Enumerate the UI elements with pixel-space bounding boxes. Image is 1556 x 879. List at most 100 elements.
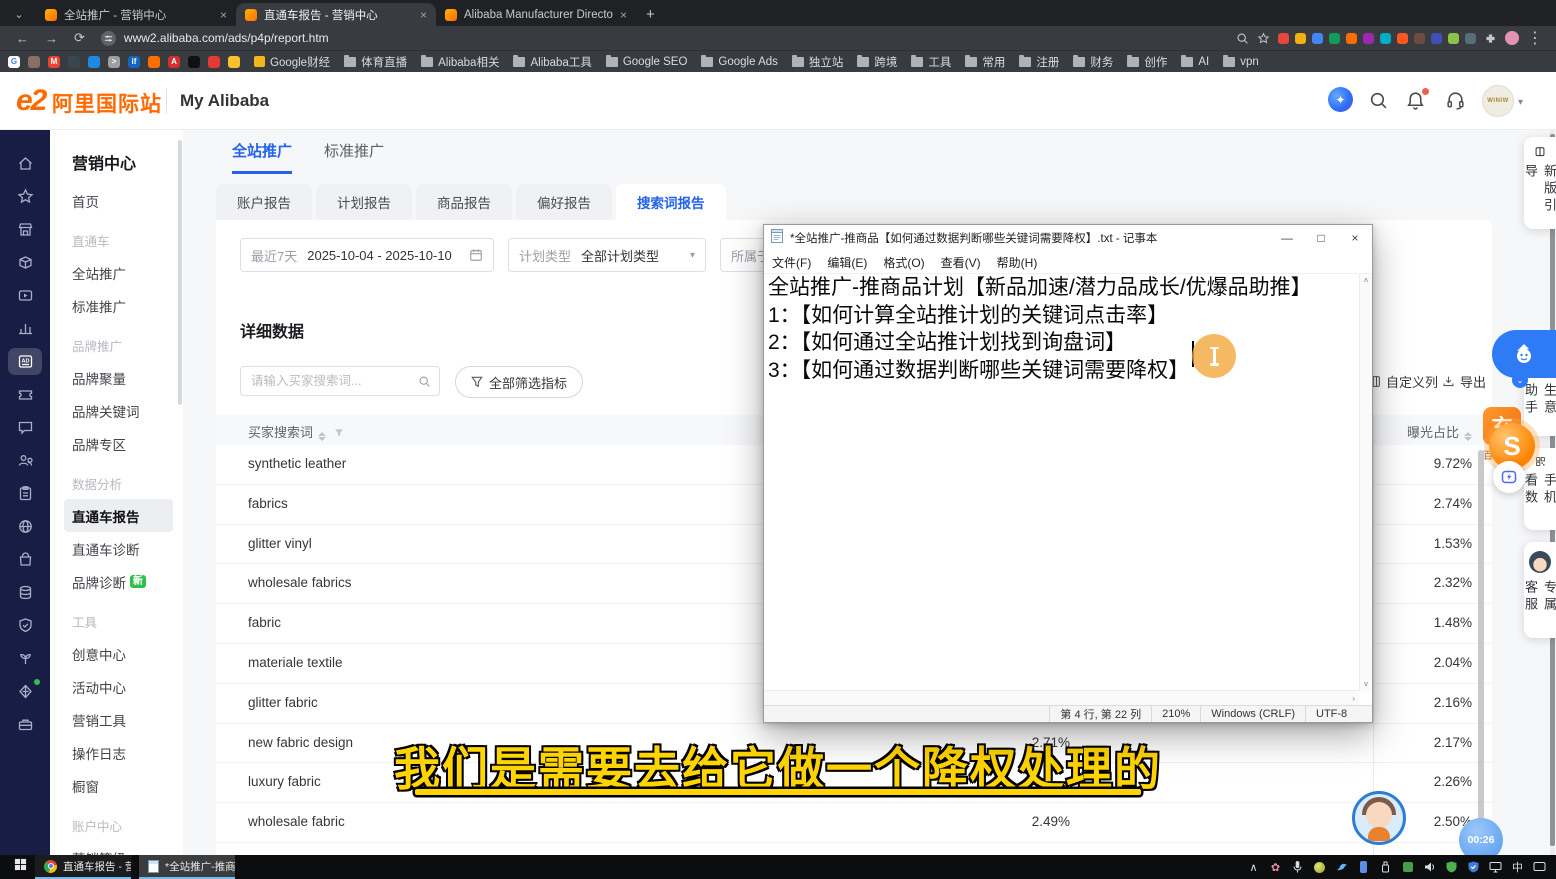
menu-查看(V)[interactable]: 查看(V) — [933, 254, 989, 271]
notepad-vertical-scrollbar[interactable]: ˄ ˅ — [1359, 274, 1372, 691]
tray-flower-icon[interactable]: ✿ — [1269, 861, 1282, 874]
rail-item-shield[interactable] — [8, 612, 42, 639]
notification-center-icon[interactable] — [1533, 861, 1546, 874]
search-input[interactable] — [249, 373, 418, 389]
column-exposure[interactable]: 曝光占比 — [1372, 422, 1472, 441]
bookmark-folder[interactable]: AI — [1181, 56, 1209, 68]
plan-type-select[interactable]: 计划类型 全部计划类型 ▾ — [508, 238, 706, 272]
rail-item-package[interactable] — [8, 249, 42, 276]
tab-商品报告[interactable]: 商品报告 — [416, 184, 512, 220]
sidebar-item-首页[interactable]: 首页 — [50, 184, 183, 217]
notepad-horizontal-scrollbar[interactable]: › — [764, 690, 1359, 706]
bookmark-folder[interactable]: 注册 — [1019, 54, 1059, 70]
new-tab-button[interactable]: + — [646, 6, 655, 23]
url-field[interactable]: www2.alibaba.com/ads/p4p/report.htm — [101, 31, 329, 46]
extension-icon[interactable] — [1431, 33, 1442, 44]
zoom-level[interactable]: 210% — [1151, 706, 1200, 722]
bookmark-star-icon[interactable] — [1257, 32, 1270, 45]
bookmark-google-finance[interactable]: Google财经 — [254, 54, 330, 70]
bookmark-favicon[interactable] — [68, 56, 80, 68]
tray-phone-icon[interactable] — [1357, 861, 1370, 874]
bookmark-favicon[interactable] — [228, 56, 240, 68]
taskbar-task[interactable]: 直通车报告 - 营销... — [35, 855, 131, 879]
column-keyword[interactable]: 买家搜索词 — [248, 422, 344, 441]
sort-icon[interactable] — [1464, 432, 1472, 441]
rail-item-ad[interactable]: AD — [8, 348, 42, 375]
sidebar-item-品牌聚量[interactable]: 品牌聚量 — [50, 361, 183, 394]
rail-item-home[interactable] — [8, 150, 42, 177]
tab-搜索词报告[interactable]: 搜索词报告 — [616, 184, 726, 220]
genie-chevron-icon[interactable]: ⌄ — [1512, 372, 1528, 388]
start-button[interactable] — [14, 858, 27, 876]
bookmark-favicon[interactable] — [188, 56, 200, 68]
alibaba-logo-icon[interactable]: e2 — [16, 84, 45, 118]
bookmark-folder[interactable]: 跨境 — [857, 54, 897, 70]
rail-item-store[interactable] — [8, 216, 42, 243]
customer-service-avatar[interactable] — [1352, 791, 1406, 845]
float-tab-new-guide[interactable]: 新版引导 — [1524, 137, 1556, 229]
extension-icon[interactable] — [1397, 33, 1408, 44]
forward-button[interactable]: → — [45, 31, 58, 46]
sidebar-item-创意中心[interactable]: 创意中心 — [50, 637, 183, 670]
rail-item-star[interactable] — [8, 183, 42, 210]
menu-帮助(H)[interactable]: 帮助(H) — [989, 254, 1046, 271]
tab-close-icon[interactable]: × — [220, 8, 227, 22]
back-button[interactable]: ← — [16, 31, 29, 46]
taskbar-task[interactable]: *全站推广-推商品... — [139, 855, 235, 879]
sort-icon[interactable] — [318, 432, 326, 441]
scroll-right-icon[interactable]: › — [1352, 694, 1355, 703]
extension-icon[interactable] — [1312, 33, 1323, 44]
bookmark-favicon[interactable] — [208, 56, 220, 68]
tray-green-icon[interactable] — [1401, 861, 1414, 874]
maximize-button[interactable]: □ — [1304, 225, 1338, 251]
user-avatar[interactable]: WINIW — [1482, 85, 1514, 117]
chat-lightning-icon[interactable] — [1493, 461, 1525, 493]
bookmark-favicon[interactable]: G — [8, 56, 20, 68]
rail-item-diamond[interactable] — [8, 678, 42, 705]
ime-indicator[interactable]: 中 — [1511, 861, 1524, 874]
rail-item-clipboard[interactable] — [8, 480, 42, 507]
extension-icon[interactable] — [1414, 33, 1425, 44]
brand-name[interactable]: 阿里国际站 — [52, 88, 162, 118]
scroll-up-icon[interactable]: ˄ — [1364, 276, 1369, 285]
reload-button[interactable]: ⟳ — [74, 30, 85, 46]
filter-metrics-button[interactable]: 全部筛选指标 — [455, 366, 583, 398]
bookmark-favicon[interactable] — [148, 56, 160, 68]
close-button[interactable]: × — [1338, 225, 1372, 251]
rail-item-users[interactable] — [8, 447, 42, 474]
tab-全站推广[interactable]: 全站推广 — [232, 140, 292, 174]
sidebar-item-营销工具[interactable]: 营销工具 — [50, 703, 183, 736]
filter-icon[interactable] — [334, 428, 344, 438]
rail-item-database[interactable] — [8, 579, 42, 606]
sidebar-item-标准推广[interactable]: 标准推广 — [50, 289, 183, 322]
menu-文件(F)[interactable]: 文件(F) — [764, 254, 819, 271]
tab-账户报告[interactable]: 账户报告 — [216, 184, 312, 220]
chevron-down-icon[interactable]: ▾ — [1518, 97, 1523, 108]
tray-mic-icon[interactable] — [1291, 861, 1304, 874]
bookmark-folder[interactable]: 创作 — [1127, 54, 1167, 70]
extension-icon[interactable] — [1465, 33, 1476, 44]
bookmark-folder[interactable]: 常用 — [965, 54, 1005, 70]
bookmark-folder[interactable]: 体育直播 — [344, 54, 407, 70]
extension-icon[interactable] — [1363, 33, 1374, 44]
tab-计划报告[interactable]: 计划报告 — [316, 184, 412, 220]
browser-tab[interactable]: 直通车报告 - 营销中心× — [236, 3, 436, 26]
sidebar-item-直通车报告[interactable]: 直通车报告 — [64, 499, 173, 532]
bookmark-folder[interactable]: vpn — [1223, 56, 1259, 68]
tray-globe-icon[interactable] — [1313, 861, 1326, 874]
ai-diamond-icon[interactable]: ✦ — [1328, 87, 1353, 112]
sidebar-item-品牌关键词[interactable]: 品牌关键词 — [50, 394, 183, 427]
rail-item-sprout[interactable] — [8, 645, 42, 672]
menu-编辑(E)[interactable]: 编辑(E) — [819, 254, 875, 271]
menu-格式(O)[interactable]: 格式(O) — [875, 254, 932, 271]
extension-icon[interactable] — [1448, 33, 1459, 44]
bookmark-folder[interactable]: 工具 — [911, 54, 951, 70]
extension-icon[interactable] — [1278, 33, 1289, 44]
bookmark-favicon[interactable]: > — [108, 56, 120, 68]
rail-item-bag[interactable] — [8, 546, 42, 573]
float-tab-service[interactable]: 专属客服 — [1524, 542, 1556, 638]
bookmark-folder[interactable]: 财务 — [1073, 54, 1113, 70]
sidebar-item-直通车诊断[interactable]: 直通车诊断 — [50, 532, 183, 565]
tab-偏好报告[interactable]: 偏好报告 — [516, 184, 612, 220]
notepad-text-area[interactable]: 全站推广-推商品计划【新品加速/潜力品成长/优爆品助推】1：【如何计算全站推计划… — [765, 274, 1358, 690]
